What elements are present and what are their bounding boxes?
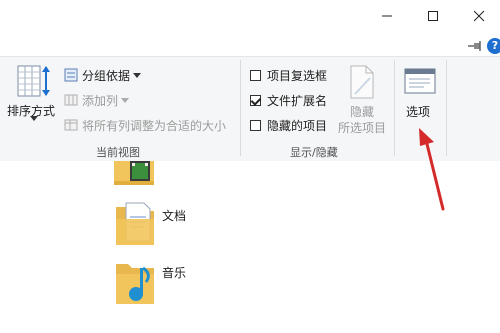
title-bar — [0, 0, 500, 36]
minimize-button[interactable] — [364, 0, 410, 32]
size-all-columns-button[interactable]: 将所有列调整为合适的大小 — [64, 116, 226, 134]
add-columns-icon — [64, 94, 78, 106]
close-icon — [473, 10, 485, 22]
chevron-down-icon — [121, 97, 130, 103]
help-icon[interactable]: ? — [487, 38, 500, 54]
video-folder-icon — [114, 161, 154, 185]
sort-columns-icon — [17, 65, 50, 97]
group-by-button[interactable]: 分组依据 — [64, 66, 142, 84]
options-label: 选项 — [406, 105, 431, 119]
size-columns-icon — [64, 119, 78, 131]
pin-ribbon-icon[interactable] — [468, 40, 482, 52]
add-columns-label: 添加列 — [82, 93, 119, 108]
hide-document-icon — [350, 65, 374, 99]
group-by-icon — [64, 68, 78, 82]
list-item[interactable]: 音乐 — [114, 258, 186, 306]
size-all-columns-label: 将所有列调整为合适的大小 — [82, 118, 227, 133]
minimize-icon — [382, 15, 392, 17]
file-extensions-checkbox[interactable] — [250, 94, 261, 106]
show-hide-group-label: 显示/隐藏 — [290, 146, 338, 159]
group-divider — [446, 60, 447, 156]
item-checkboxes-checkbox[interactable] — [250, 69, 261, 81]
add-columns-button[interactable]: 添加列 — [64, 91, 130, 109]
file-extensions-label: 文件扩展名 — [267, 93, 328, 108]
group-by-label: 分组依据 — [82, 68, 131, 83]
ribbon-tab-strip — [0, 36, 500, 56]
list-item[interactable]: 文档 — [114, 201, 186, 247]
music-folder-icon — [116, 264, 154, 304]
file-list-area — [0, 161, 500, 333]
chevron-down-icon — [133, 72, 142, 78]
current-view-group-label: 当前视图 — [96, 146, 140, 159]
hidden-items-toggle[interactable]: 隐藏的项目 — [250, 116, 327, 134]
options-window-icon — [404, 68, 436, 94]
close-button[interactable] — [456, 0, 500, 32]
hidden-items-checkbox[interactable] — [250, 119, 261, 131]
file-extensions-toggle[interactable]: 文件扩展名 — [250, 91, 327, 109]
documents-folder-icon — [116, 202, 154, 245]
maximize-button[interactable] — [410, 0, 456, 32]
item-checkboxes-toggle[interactable]: 项目复选框 — [250, 66, 327, 84]
maximize-icon — [428, 11, 438, 21]
group-divider — [240, 60, 241, 156]
list-item[interactable] — [112, 161, 162, 187]
group-divider — [394, 60, 395, 156]
chevron-down-icon — [30, 116, 38, 121]
hide-selected-line1: 隐藏 — [350, 105, 375, 119]
file-name: 音乐 — [162, 266, 187, 280]
hidden-items-label: 隐藏的项目 — [267, 118, 328, 133]
item-checkboxes-label: 项目复选框 — [267, 68, 328, 83]
hide-selected-line2: 所选项目 — [338, 121, 387, 135]
file-name: 文档 — [162, 209, 187, 223]
